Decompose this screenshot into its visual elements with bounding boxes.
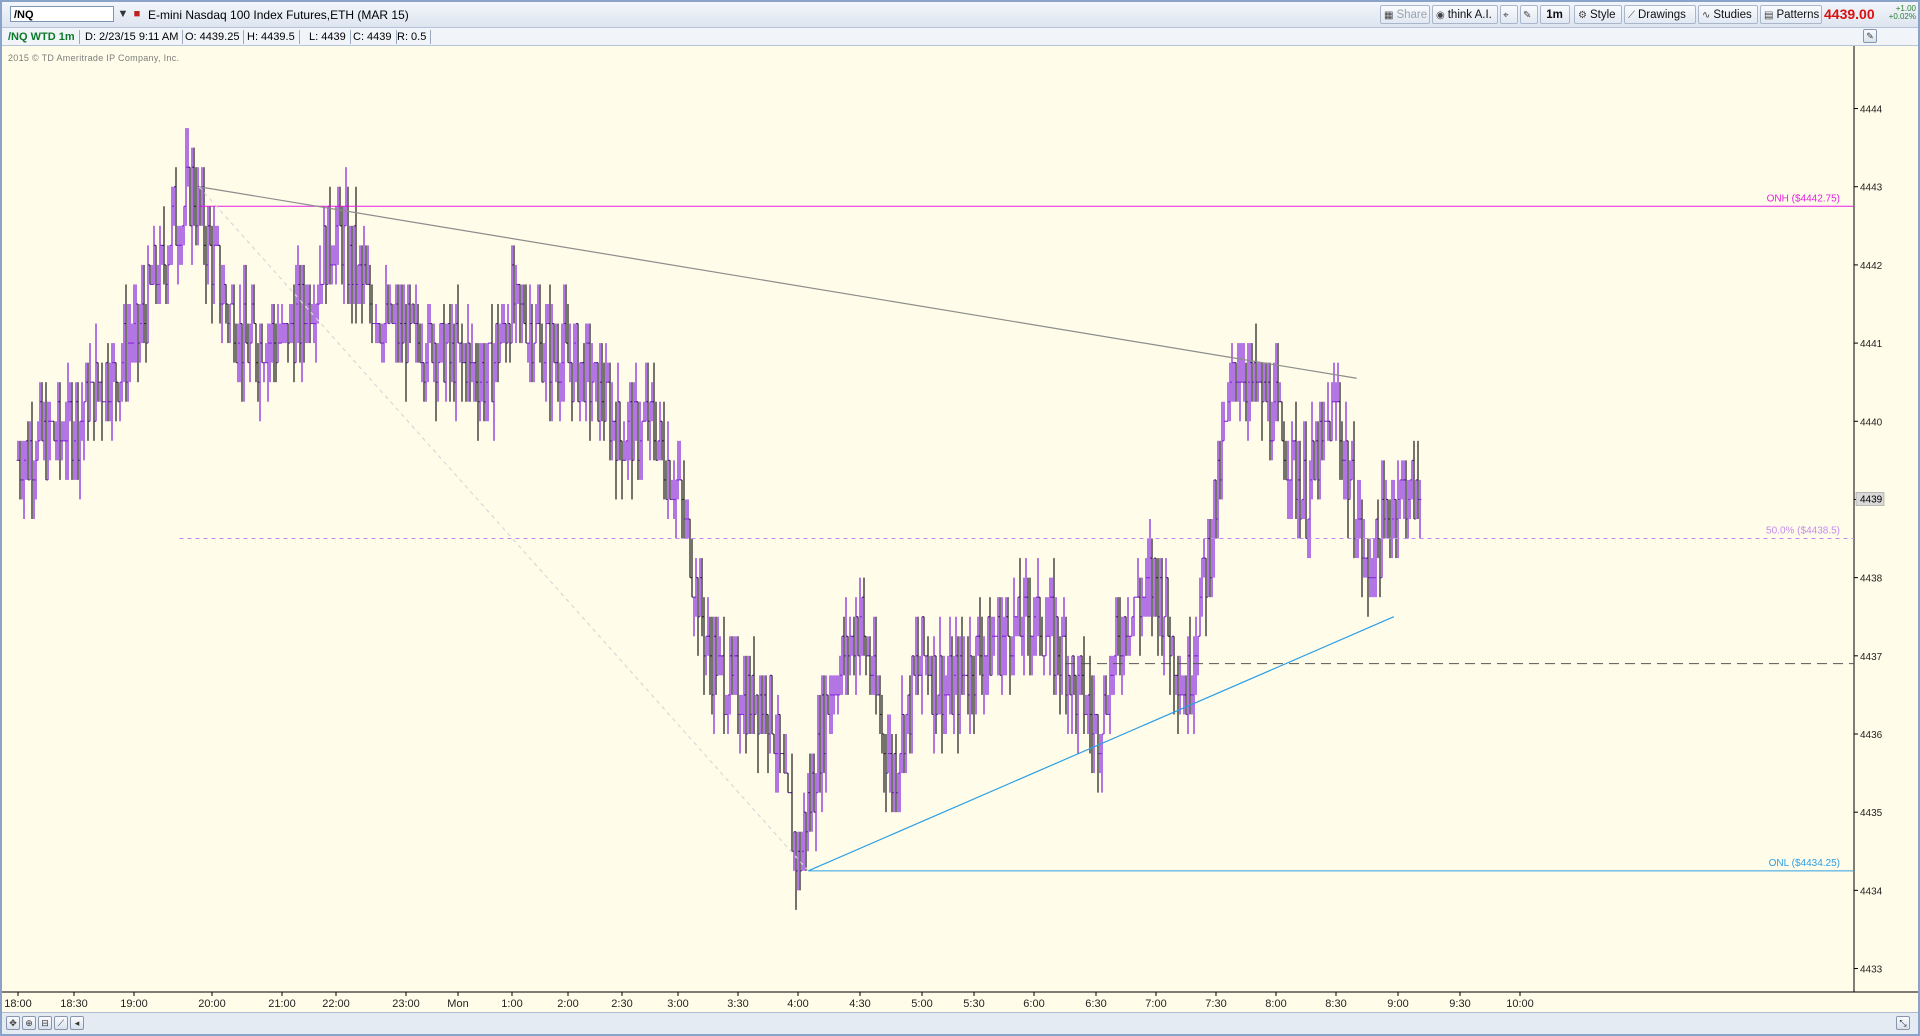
x-tick-label: 2:30 <box>611 998 632 1010</box>
x-tick-label: 5:30 <box>963 998 984 1010</box>
style-button[interactable]: ⚙ Style <box>1574 5 1622 24</box>
drawings-icon: ⟋ <box>1628 10 1635 21</box>
x-tick-label: 18:00 <box>4 998 32 1010</box>
expand-icon[interactable]: ⤡ <box>1896 1016 1910 1030</box>
crosshair-tool-button[interactable]: ⌖ <box>1500 5 1518 24</box>
style-icon: ⚙ <box>1578 10 1587 21</box>
bar-high: H: 4439.5 <box>244 30 300 44</box>
y-tick-label: 4437 <box>1860 652 1883 663</box>
y-tick-label: 4438 <box>1860 574 1883 585</box>
chart-background <box>2 46 1918 1012</box>
scroll-left-icon[interactable]: ◂ <box>70 1016 84 1030</box>
x-tick-label: 6:30 <box>1085 998 1106 1010</box>
x-tick-label: Mon <box>447 998 468 1010</box>
last-price-tag-label: 4439 <box>1860 494 1883 505</box>
price-chart-svg[interactable]: 4433 4434 4435 4436 4437 4438 4439 4440 4441 4442… <box>2 46 1918 1013</box>
x-tick-label: 19:00 <box>120 998 148 1010</box>
pan-icon[interactable]: ✥ <box>6 1016 20 1030</box>
y-tick-label: 4435 <box>1860 808 1883 819</box>
study-label[interactable]: /NQ WTD 1m <box>5 30 80 44</box>
x-tick-label: 7:30 <box>1205 998 1226 1010</box>
bar-low: L: 4439 <box>306 30 351 44</box>
bar-close: C: 4439 <box>350 30 397 44</box>
bar-open: O: 4439.25 <box>182 30 245 44</box>
brain-icon: ◉ <box>1436 10 1445 21</box>
chart-area[interactable]: 4433 4434 4435 4436 4437 4438 4439 4440 4441 4442… <box>2 46 1918 1034</box>
pencil-icon: ✎ <box>1523 10 1532 21</box>
y-tick-label: 4443 <box>1860 183 1883 194</box>
level-label: ONH ($4442.75) <box>1767 193 1840 204</box>
last-price: 4439.00 <box>1824 6 1875 22</box>
y-tick-label: 4441 <box>1860 339 1883 350</box>
instrument-title: E-mini Nasdaq 100 Index Futures,ETH (MAR… <box>148 8 409 22</box>
share-button[interactable]: ▦ Share <box>1380 5 1430 24</box>
link-icon[interactable]: ■ <box>130 7 144 21</box>
x-tick-label: 3:00 <box>667 998 688 1010</box>
chart-toolbar: /NQ ▼ ■ E-mini Nasdaq 100 Index Futures,… <box>2 2 1918 28</box>
zoom-icon[interactable]: ⊕ <box>22 1016 36 1030</box>
x-tick-label: 8:30 <box>1325 998 1346 1010</box>
y-tick-label: 4442 <box>1860 261 1883 272</box>
studies-button[interactable]: ∿ Studies <box>1698 5 1758 24</box>
x-tick-label: 10:00 <box>1506 998 1534 1010</box>
level-label: 50.0% ($4438.5) <box>1766 526 1840 537</box>
x-tick-label: 7:00 <box>1145 998 1166 1010</box>
y-tick-label: 4433 <box>1860 965 1883 976</box>
patterns-icon: ▤ <box>1764 10 1774 21</box>
x-tick-label: 1:00 <box>501 998 522 1010</box>
studies-icon: ∿ <box>1702 10 1711 21</box>
x-tick-label: 9:00 <box>1387 998 1408 1010</box>
x-tick-label: 5:00 <box>911 998 932 1010</box>
bar-date: D: 2/23/15 9:11 AM <box>82 30 184 44</box>
y-tick-label: 4434 <box>1860 886 1883 897</box>
y-tick-label: 4440 <box>1860 417 1883 428</box>
drawings-button[interactable]: ⟋ Drawings <box>1624 5 1696 24</box>
zoom-out-icon[interactable]: ⊟ <box>38 1016 52 1030</box>
crosshair-icon: ⌖ <box>1503 10 1509 21</box>
change-percent: +0.02% <box>1888 12 1916 21</box>
x-tick-label: 8:00 <box>1265 998 1286 1010</box>
x-tick-label: 18:30 <box>60 998 88 1010</box>
x-tick-label: 4:30 <box>849 998 870 1010</box>
symbol-input[interactable]: /NQ <box>10 6 114 22</box>
x-tick-label: 3:30 <box>727 998 748 1010</box>
x-tick-label: 20:00 <box>198 998 226 1010</box>
level-label: ONL ($4434.25) <box>1769 858 1840 869</box>
price-change: +1.00 +0.02% <box>1882 5 1916 21</box>
x-tick-label: 21:00 <box>268 998 296 1010</box>
y-tick-label: 4444 <box>1860 105 1883 116</box>
copyright-text: 2015 © TD Ameritrade IP Company, Inc. <box>8 53 180 63</box>
chart-settings-icon[interactable]: ✎ <box>1863 29 1877 43</box>
timeframe-button[interactable]: 1m <box>1540 5 1570 24</box>
patterns-button[interactable]: ▤ Patterns <box>1760 5 1822 24</box>
x-tick-label: 2:00 <box>557 998 578 1010</box>
x-tick-label: 23:00 <box>392 998 420 1010</box>
share-icon: ▦ <box>1384 10 1394 21</box>
symbol-dropdown-icon[interactable]: ▼ <box>116 7 130 21</box>
bar-range: R: 0.5 <box>394 30 432 44</box>
drawing-tool-button[interactable]: ✎ <box>1520 5 1538 24</box>
x-tick-label: 22:00 <box>322 998 350 1010</box>
x-tick-label: 4:00 <box>787 998 808 1010</box>
draw-line-icon[interactable]: ⟋ <box>54 1016 68 1030</box>
think-ai-button[interactable]: ◉ think A.I. <box>1432 5 1498 24</box>
bottom-toolbar: ✥ ⊕ ⊟ ⟋ ◂ ⤡ <box>2 1012 1918 1034</box>
ohlc-info-bar: /NQ WTD 1m D: 2/23/15 9:11 AM O: 4439.25… <box>2 28 1918 46</box>
x-tick-label: 9:30 <box>1449 998 1470 1010</box>
y-tick-label: 4436 <box>1860 730 1883 741</box>
x-tick-label: 6:00 <box>1023 998 1044 1010</box>
